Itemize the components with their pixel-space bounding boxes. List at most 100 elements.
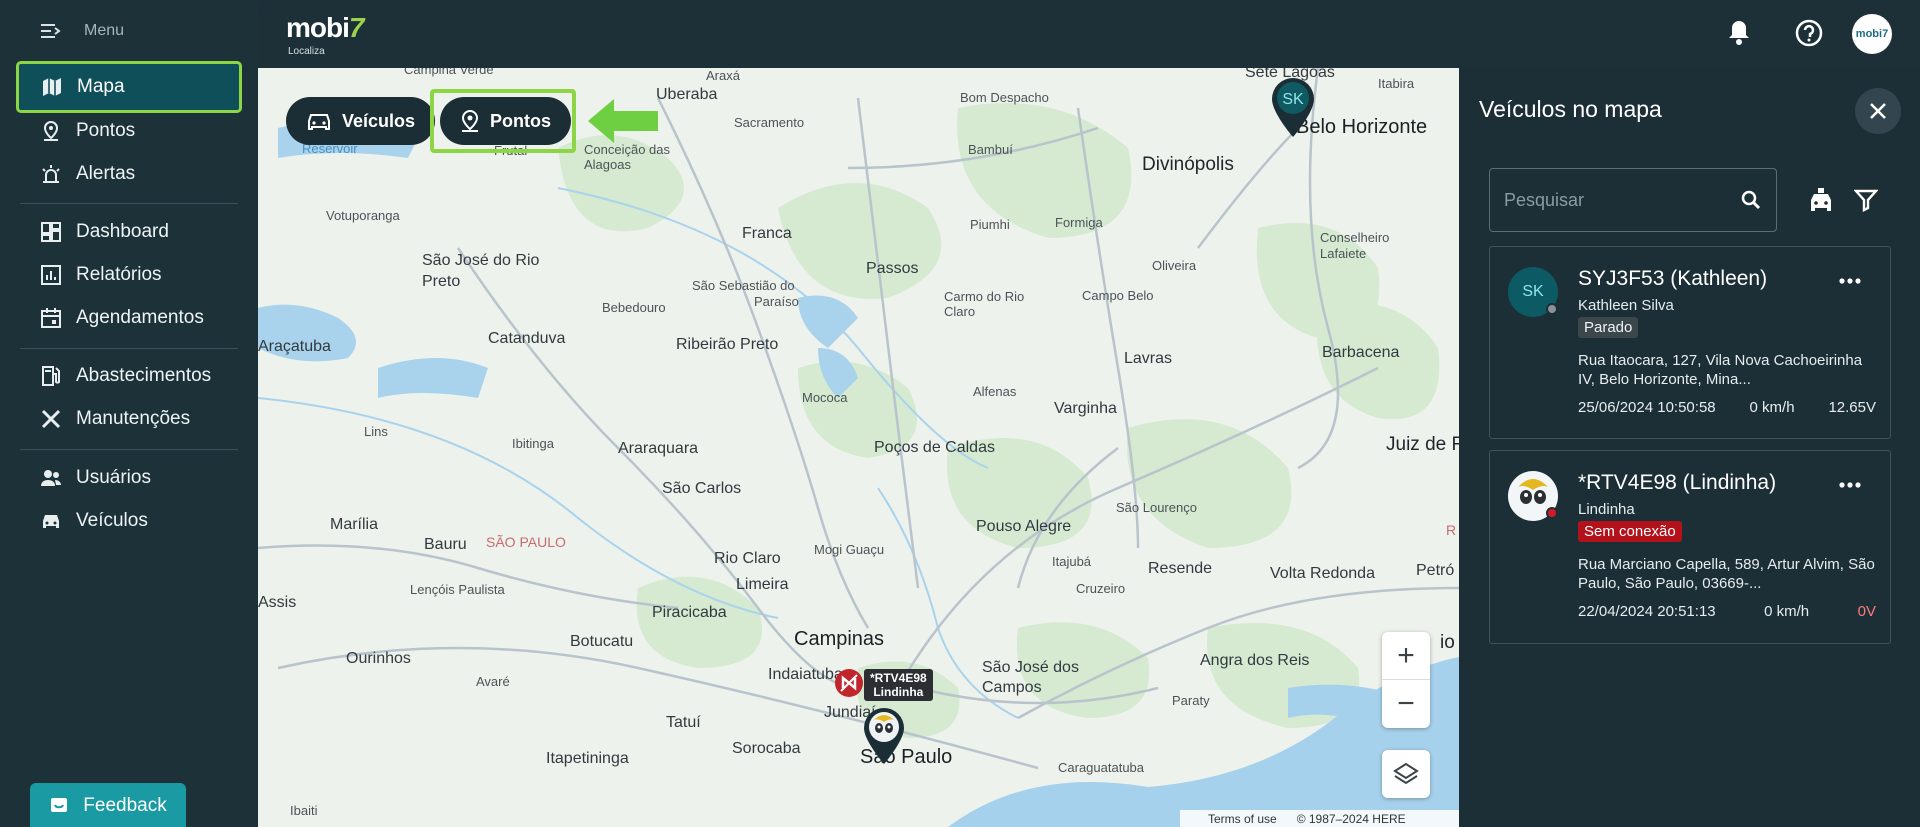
map-label: Angra dos Reis	[1200, 652, 1310, 669]
vehicle-initials: SK	[1522, 283, 1544, 300]
map-label: Mococa	[802, 390, 848, 405]
map-label: São José do Rio	[422, 252, 540, 269]
map-label: Assis	[258, 594, 297, 611]
map-label: Conselheiro	[1320, 230, 1390, 245]
sidebar-item-label: Abastecimentos	[76, 365, 212, 386]
vehicle-speed: 0 km/h	[1764, 603, 1810, 620]
map-label: Cruzeiro	[1076, 581, 1126, 596]
map-label: Araraquara	[618, 440, 699, 457]
feedback-button[interactable]: Feedback	[30, 783, 186, 827]
map-label: Caraguatatuba	[1058, 760, 1145, 775]
map-layers-button[interactable]	[1382, 750, 1430, 798]
logo-number: 7	[348, 12, 365, 43]
car-icon	[43, 515, 59, 528]
vehicle-map-marker-rtv4e98[interactable]	[862, 706, 906, 766]
more-options-icon[interactable]	[1838, 277, 1862, 285]
map-label: Oliveira	[1152, 258, 1197, 273]
map-label: SÃO PAULO	[486, 534, 566, 550]
map-label: Indaiatuba	[768, 666, 843, 683]
sidebar-item-manutencoes[interactable]: Manutenções	[18, 396, 240, 442]
vehicle-title: *RTV4E98 (Lindinha)	[1578, 471, 1777, 494]
map-label: São Sebastião do	[692, 278, 795, 293]
points-filter-button[interactable]: Pontos	[440, 97, 571, 145]
map-label: Passos	[866, 260, 919, 277]
map-label: Carmo do Rio	[944, 289, 1025, 304]
map-label: Piracicaba	[652, 604, 727, 621]
vehicle-map-marker-sk[interactable]: SK	[1270, 76, 1316, 140]
dashboard-icon	[41, 222, 61, 242]
map-label: io	[1440, 632, 1455, 653]
map-label: Pouso Alegre	[976, 518, 1072, 535]
terms-link[interactable]: Terms of use	[1208, 812, 1277, 826]
map-label: Barbacena	[1322, 344, 1400, 361]
filter-icon[interactable]	[1854, 188, 1878, 212]
map-label: Bebedouro	[602, 300, 666, 315]
vehicle-marker-driver: Lindinha	[873, 685, 924, 699]
map-label: Araxá	[706, 68, 740, 83]
panel-title: Veículos no mapa	[1479, 96, 1662, 122]
sidebar-item-label: Mapa	[77, 76, 125, 97]
zoom-out-button[interactable]: −	[1382, 680, 1430, 728]
sidebar-item-pontos[interactable]: Pontos	[18, 108, 240, 154]
vehicles-filter-label: Veículos	[342, 110, 416, 131]
alarm-light-icon	[42, 165, 60, 183]
map-label: Preto	[422, 273, 461, 290]
map-canvas[interactable]: Campina Verde Araxá Uberaba Bom Despacho…	[258, 68, 1459, 827]
map-label: Ibitinga	[512, 436, 554, 451]
user-avatar[interactable]: mobi7	[1852, 14, 1892, 54]
sidebar-item-agendamentos[interactable]: Agendamentos	[18, 295, 240, 341]
sidebar-item-relatorios[interactable]: Relatórios	[18, 252, 240, 298]
notification-bell-icon[interactable]	[1726, 18, 1752, 46]
map-label: Catanduva	[488, 330, 566, 347]
status-badge: Sem conexão	[1578, 521, 1682, 542]
map-label: Campos	[982, 679, 1042, 696]
map-label: Bom Despacho	[960, 90, 1049, 105]
map-label: Limeira	[736, 576, 789, 593]
map-label: R	[1446, 522, 1457, 538]
vehicle-driver: Kathleen Silva	[1578, 297, 1674, 314]
sidebar: Menu Mapa Pontos Alertas Dashboard Relat…	[0, 0, 258, 827]
points-filter-label: Pontos	[490, 110, 551, 131]
vehicle-marker-label: *RTV4E98 Lindinha	[864, 669, 933, 701]
top-bar: mobi7 Localiza mobi7	[258, 0, 1920, 68]
vehicles-panel: Veículos no mapa SK SYJ3F53 (Kathleen) K…	[1459, 68, 1920, 827]
map-label: Itajubá	[1052, 554, 1092, 569]
vehicles-filter-button[interactable]: Veículos	[286, 97, 436, 145]
close-panel-button[interactable]	[1855, 88, 1901, 134]
map-label: Mogi Guaçu	[814, 542, 885, 557]
map-label: Divinópolis	[1142, 154, 1234, 175]
vehicle-card[interactable]: *RTV4E98 (Lindinha) Lindinha Sem conexão…	[1489, 450, 1891, 644]
map-label: Uberaba	[656, 86, 718, 103]
sidebar-item-usuarios[interactable]: Usuários	[18, 455, 240, 501]
map-label: Formiga	[1055, 215, 1103, 230]
sidebar-item-dashboard[interactable]: Dashboard	[18, 209, 240, 255]
vehicle-filter-icon[interactable]	[1807, 186, 1835, 216]
map-label: Piumhi	[970, 217, 1010, 232]
map-label: Votuporanga	[326, 208, 400, 223]
menu-toggle[interactable]: Menu	[40, 22, 124, 40]
sidebar-item-label: Relatórios	[76, 264, 162, 285]
map-label: Araçatuba	[258, 338, 331, 355]
map-label: Volta Redonda	[1270, 565, 1375, 582]
map-label: Paraíso	[754, 294, 799, 309]
help-icon[interactable]	[1794, 18, 1824, 48]
more-options-icon[interactable]	[1838, 481, 1862, 489]
map-label: Marília	[330, 516, 379, 533]
zoom-in-button[interactable]: +	[1382, 632, 1430, 680]
sidebar-item-abastecimentos[interactable]: Abastecimentos	[18, 353, 240, 399]
map-label: Itapetininga	[546, 750, 629, 767]
sidebar-item-label: Usuários	[76, 467, 151, 488]
map-label: Ourinhos	[346, 650, 411, 667]
sidebar-item-veiculos[interactable]: Veículos	[18, 498, 240, 544]
search-icon[interactable]	[1740, 189, 1762, 211]
search-input[interactable]	[1504, 189, 1724, 211]
vehicle-marker-plate: *RTV4E98	[870, 671, 927, 685]
sidebar-item-mapa[interactable]: Mapa	[16, 61, 242, 113]
vehicle-datetime: 25/06/2024 10:50:58	[1578, 399, 1716, 416]
sidebar-item-alertas[interactable]: Alertas	[18, 151, 240, 197]
map-icon	[43, 78, 61, 96]
map-label: Campo Belo	[1082, 288, 1154, 303]
map-label: Poços de Caldas	[874, 439, 995, 456]
vehicle-card[interactable]: SK SYJ3F53 (Kathleen) Kathleen Silva Par…	[1489, 246, 1891, 439]
app-logo[interactable]: mobi7 Localiza	[286, 12, 365, 57]
